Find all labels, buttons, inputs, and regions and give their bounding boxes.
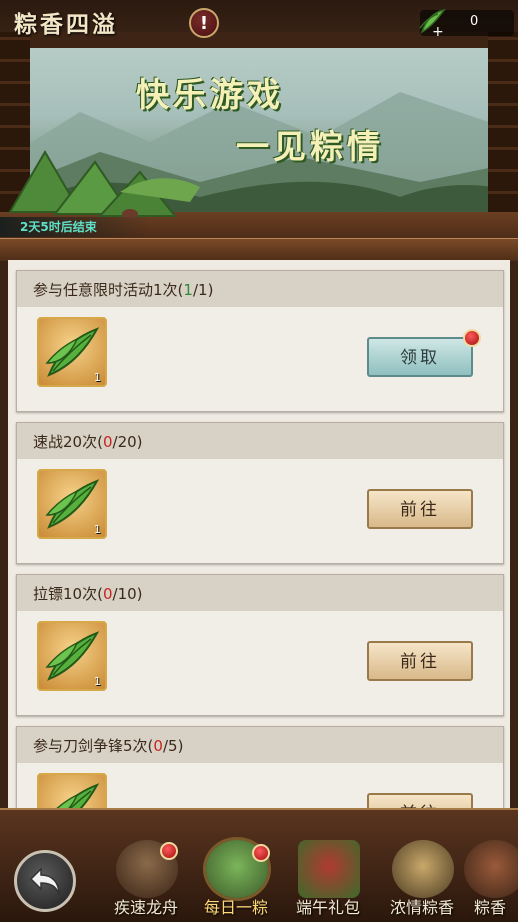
task-progress-current: 0: [102, 585, 113, 603]
task-card: 参与刀剑争锋5次(0/5) 1 前往: [16, 726, 504, 808]
reward-item[interactable]: 1: [37, 317, 107, 387]
zongzi-pile-decor: [8, 150, 200, 219]
nav-label: 粽香: [474, 898, 507, 917]
currency-value: 0: [470, 14, 479, 29]
task-header: 参与刀剑争锋5次(0/5): [17, 727, 503, 763]
reward-item[interactable]: 1: [37, 469, 107, 539]
nav-label: 疾速龙舟: [113, 898, 178, 917]
task-body: 1 领取: [17, 307, 503, 411]
task-card: 拉镖10次(0/10) 1 前往: [16, 574, 504, 716]
reward-item[interactable]: 1: [37, 621, 107, 691]
nav-label: 每日一粽: [203, 898, 268, 917]
nav-tab-dragon-gift[interactable]: 端午礼包: [282, 840, 374, 920]
task-progress-current: 0: [102, 433, 113, 451]
event-timer: 2天5时后结束: [0, 217, 150, 237]
task-progress-total: 1: [198, 281, 208, 299]
task-progress-total: 20: [117, 433, 137, 451]
slogan-line1: 快乐游戏: [136, 75, 284, 114]
gift-box-icon: [298, 840, 360, 898]
task-header: 拉镖10次(0/10): [17, 575, 503, 611]
go-button[interactable]: 前往: [367, 641, 473, 681]
nav-label: 浓情粽香: [389, 898, 454, 917]
zongzi-leaf-icon: +: [419, 8, 446, 38]
nav-tab-daily-zongzi[interactable]: 每日一粽: [190, 840, 282, 920]
svg-text:+: +: [432, 24, 444, 38]
go-button[interactable]: 前往: [367, 793, 473, 808]
reward-count: 1: [94, 523, 101, 536]
back-button[interactable]: [14, 850, 76, 912]
task-card: 参与任意限时活动1次(1/1) 1 领取: [16, 270, 504, 412]
task-list[interactable]: 参与任意限时活动1次(1/1) 1 领取 速战20次(0/20) 1 前往 拉镖…: [8, 260, 510, 808]
notification-dot: [252, 844, 270, 862]
zongzi-leaf-icon: [56, 783, 100, 808]
task-progress-current: 1: [183, 281, 193, 299]
task-card: 速战20次(0/20) 1 前往: [16, 422, 504, 564]
task-progress-current: 0: [153, 737, 163, 755]
currency-display: + 0: [419, 8, 514, 38]
notification-dot: [463, 329, 481, 347]
reward-count: 1: [94, 675, 101, 688]
right-window-frame: [488, 32, 518, 238]
task-title: 参与任意限时活动1次(1/1): [33, 281, 214, 299]
incense-burner-icon: [392, 840, 454, 898]
reward-count: 1: [94, 371, 101, 384]
task-title: 速战20次(0/20): [33, 433, 143, 451]
back-arrow-icon: [29, 867, 60, 896]
nav-tab-dragon-boat[interactable]: 疾速龙舟: [100, 840, 192, 920]
task-body: 1 前往: [17, 611, 503, 715]
task-header: 速战20次(0/20): [17, 423, 503, 459]
nav-label: 端午礼包: [295, 898, 360, 917]
task-title: 拉镖10次(0/10): [33, 585, 143, 603]
go-button[interactable]: 前往: [367, 489, 473, 529]
page-title: 粽香四溢: [14, 11, 118, 38]
divider-bar: [0, 238, 518, 261]
zongzi-fragrance-icon: [464, 840, 518, 898]
notification-dot: [160, 842, 178, 860]
task-progress-total: 10: [117, 585, 137, 603]
task-body: 1 前往: [17, 763, 503, 808]
alert-info-button[interactable]: !: [189, 8, 219, 38]
claim-button[interactable]: 领取: [367, 337, 473, 377]
event-banner: 快乐游戏 一见粽情: [0, 32, 518, 238]
nav-tab-zongzi-fragrance[interactable]: 粽香: [456, 840, 518, 920]
bottom-nav: 疾速龙舟 每日一粽 端午礼包 浓情粽香 粽香: [0, 808, 518, 922]
nav-tab-zongzi-aroma[interactable]: 浓情粽香: [376, 840, 468, 920]
task-progress-total: 5: [168, 737, 178, 755]
task-body: 1 前往: [17, 459, 503, 563]
reward-item[interactable]: 1: [37, 773, 107, 808]
task-header: 参与任意限时活动1次(1/1): [17, 271, 503, 307]
slogan-line2: 一见粽情: [236, 127, 384, 166]
task-title: 参与刀剑争锋5次(0/5): [33, 737, 184, 755]
